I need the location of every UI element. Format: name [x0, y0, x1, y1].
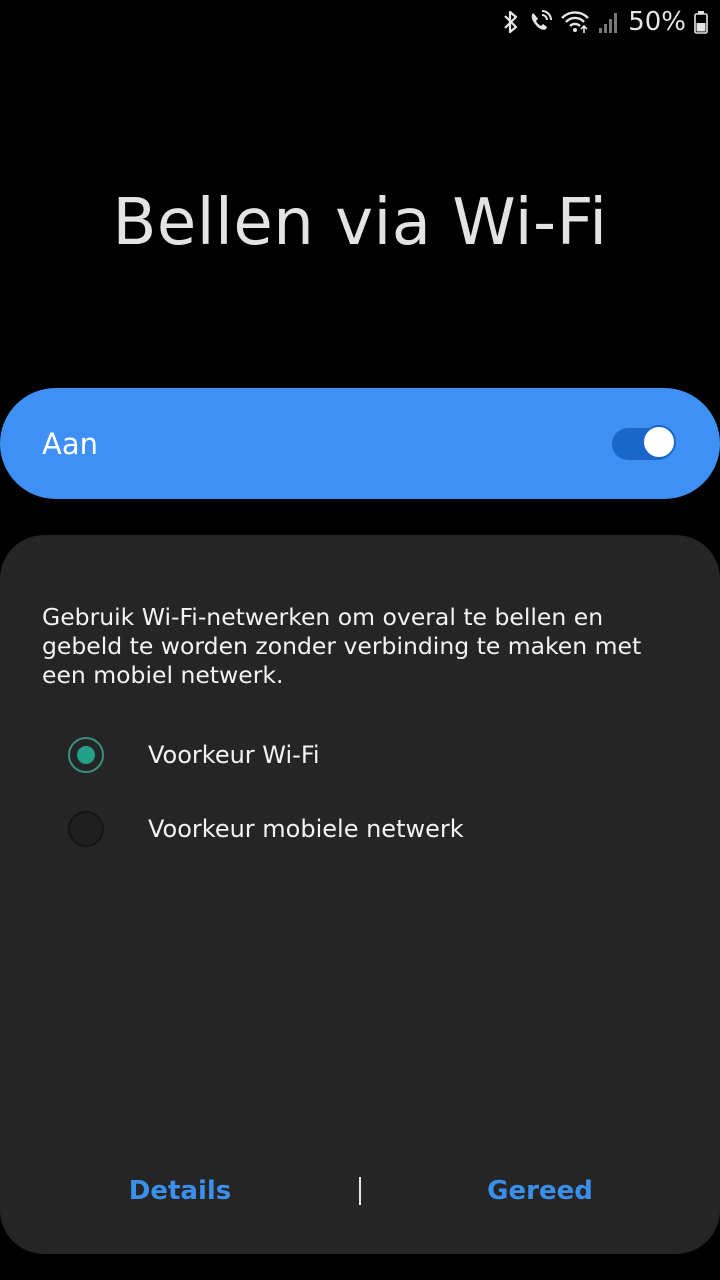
page-title: Bellen via Wi-Fi — [112, 186, 608, 260]
radio-button-checked[interactable] — [68, 737, 104, 773]
master-switch-label: Aan — [42, 426, 98, 461]
toggle-knob — [642, 424, 676, 459]
details-button[interactable]: Details — [0, 1169, 360, 1213]
wifi-calling-icon — [528, 10, 553, 34]
battery-percentage: 50% — [628, 7, 686, 37]
option-label: Voorkeur mobiele netwerk — [148, 815, 464, 843]
option-prefer-wifi[interactable]: Voorkeur Wi-Fi — [68, 735, 320, 775]
options-panel: Gebruik Wi-Fi-netwerken om overal te bel… — [0, 535, 720, 1254]
radio-button-unchecked[interactable] — [68, 811, 104, 847]
wifi-signal-icon — [560, 10, 590, 34]
master-switch-bar[interactable]: Aan — [0, 388, 720, 499]
bluetooth-icon — [502, 10, 520, 34]
option-label: Voorkeur Wi-Fi — [148, 741, 320, 769]
description-text: Gebruik Wi-Fi-netwerken om overal te bel… — [42, 603, 642, 689]
footer-buttons: Details Gereed — [0, 1169, 720, 1213]
battery-icon — [694, 10, 708, 34]
status-bar: 50% — [502, 0, 720, 44]
option-prefer-mobile[interactable]: Voorkeur mobiele netwerk — [68, 809, 464, 849]
done-button[interactable]: Gereed — [360, 1169, 720, 1213]
screen: 50% Bellen via Wi-Fi Aan Gebruik Wi-Fi-n… — [0, 0, 720, 1280]
master-toggle-switch[interactable] — [612, 424, 676, 460]
cell-signal-icon — [598, 10, 620, 34]
